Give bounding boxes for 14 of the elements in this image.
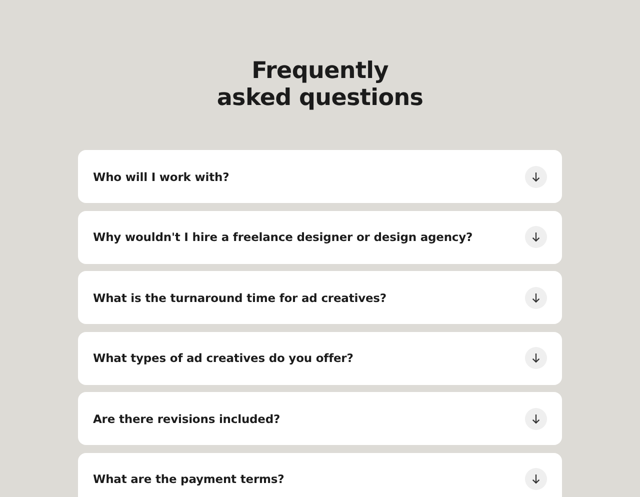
faq-item[interactable]: What is the turnaround time for ad creatives? xyxy=(78,271,562,324)
faq-item[interactable]: Are there revisions included? xyxy=(78,392,562,445)
page-title: asked questions xyxy=(216,85,424,112)
faq-item[interactable]: What are the payment terms? xyxy=(78,452,562,497)
faq-question: What are the payment terms? xyxy=(93,472,284,486)
faq-question: What types of ad creatives do you offer? xyxy=(93,351,354,365)
faq-question: Why wouldn't I hire a freelance designer or design agency? xyxy=(93,230,473,244)
page-title: Frequently xyxy=(250,58,390,85)
faq-item[interactable]: What types of ad creatives do you offer? xyxy=(78,332,562,384)
faq-item[interactable]: Why wouldn't I hire a freelance designer or design agency? xyxy=(78,210,562,264)
faq-question: Are there revisions included? xyxy=(93,412,280,426)
faq-question: What is the turnaround time for ad creatives? xyxy=(93,290,386,304)
faq-item[interactable]: Who will I work with? xyxy=(78,150,562,203)
faq-question: Who will I work with? xyxy=(93,170,230,184)
